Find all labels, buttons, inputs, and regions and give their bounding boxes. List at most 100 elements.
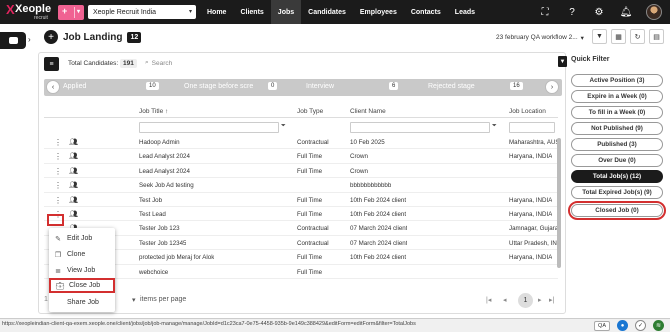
filter-icon[interactable]: ▼ xyxy=(592,29,607,44)
row-menu-icon[interactable]: ⋮ xyxy=(54,152,62,161)
nav-clients[interactable]: Clients xyxy=(233,0,270,24)
workflow-select[interactable]: 23 february QA workflow 2... ▾ xyxy=(496,31,586,44)
table-row[interactable]: ⋮ 👥︎ Lead Analyst 2024 Full Time Crown Haryan… xyxy=(44,150,558,164)
quick-filter-active-position[interactable]: Active Position (3) xyxy=(571,74,663,87)
sidebar-toggle[interactable] xyxy=(0,32,26,49)
nav-leads[interactable]: Leads xyxy=(448,0,482,24)
nav-contacts[interactable]: Contacts xyxy=(404,0,448,24)
first-page-button[interactable]: |◂ xyxy=(486,296,491,304)
refresh-icon[interactable]: ↻ xyxy=(630,29,645,44)
candidates-icon[interactable]: 👥︎ xyxy=(69,196,78,204)
table-cell[interactable]: Lead Analyst 2024 xyxy=(139,153,190,160)
nav-home[interactable]: Home xyxy=(200,0,233,24)
chevron-right-icon[interactable]: › xyxy=(28,35,31,44)
candidates-icon[interactable]: 👥︎ xyxy=(69,210,78,218)
table-cell[interactable]: protected job Meraj for Alok xyxy=(139,254,214,261)
menu-item-edit-job[interactable]: ✎ Edit Job xyxy=(49,231,115,246)
quick-filter-fill-week[interactable]: To fill in a Week (0) xyxy=(571,106,663,119)
table-row[interactable]: ⋮ 👥︎ Hadoop Admin Contractual 10 Feb 2025 Mah… xyxy=(44,136,559,150)
candidates-icon[interactable]: 👥︎ xyxy=(69,138,78,146)
prev-page-button[interactable]: ◂ xyxy=(503,296,507,304)
user-avatar[interactable] xyxy=(646,4,662,20)
nav-employees[interactable]: Employees xyxy=(353,0,404,24)
table-row[interactable]: ⋮ 👥︎ Lead Analyst 2024 Full Time Crown xyxy=(44,165,558,179)
table-cell[interactable]: webchoice xyxy=(139,269,168,276)
help-icon[interactable]: ? xyxy=(565,5,579,19)
job-location-filter-input[interactable] xyxy=(509,122,555,133)
quick-filter-closed-job[interactable]: Closed Job (0) xyxy=(568,201,666,220)
column-header-job-title[interactable]: Job Title ↑ xyxy=(139,108,168,115)
table-row[interactable]: ⋮👥︎protected job Meraj for AlokFull Time… xyxy=(44,251,558,265)
nav-jobs[interactable]: Jobs xyxy=(270,0,302,24)
table-row[interactable]: ⋮👥︎Tester Job 12345Contractual07 March 2… xyxy=(44,237,559,251)
quick-filter-total-expired[interactable]: Total Expired Job(s) (9) xyxy=(571,186,663,199)
notification-bell-icon[interactable]: 🔔︎ xyxy=(619,5,633,19)
highlighted-row-menu[interactable] xyxy=(47,214,64,226)
quick-filter-not-published[interactable]: Not Published (9) xyxy=(571,122,663,135)
quick-filter-published[interactable]: Published (3) xyxy=(571,138,663,151)
table-cell[interactable]: Lead Analyst 2024 xyxy=(139,168,190,175)
quick-filter-collapse-button[interactable]: ▼ xyxy=(558,56,567,67)
row-menu-icon[interactable]: ⋮ xyxy=(54,181,62,190)
menu-item-close-job[interactable]: 💼︎ Close Job xyxy=(49,278,115,293)
menu-item-share-job[interactable]: Share Job xyxy=(49,295,115,310)
stage-label[interactable]: Applied xyxy=(63,83,86,90)
organization-select[interactable]: Xeople Recruit India ▾ xyxy=(88,5,196,19)
funnel-icon[interactable]: ⏷ xyxy=(281,123,286,130)
funnel-icon[interactable]: ⏷ xyxy=(492,123,497,130)
stage-next-button[interactable]: › xyxy=(545,80,559,94)
quick-filter-over-due[interactable]: Over Due (0) xyxy=(571,154,663,167)
table-cell: Haryana, INDIA xyxy=(509,211,553,218)
stage-label[interactable]: Rejected stage xyxy=(428,83,475,90)
wifi-icon[interactable]: ≋ xyxy=(653,320,664,331)
table-row[interactable]: ⋮ 👥︎ Seek Job Ad testing bbbbbbbbbbbb xyxy=(44,179,558,193)
row-menu-icon[interactable]: ⋮ xyxy=(54,196,62,205)
table-row[interactable]: ⋮👥︎Tester Job 123Contractual07 March 202… xyxy=(44,222,559,236)
menu-filter-button[interactable]: ≡ xyxy=(44,57,59,71)
table-cell[interactable]: Tester Job 12345 xyxy=(139,240,186,247)
table-cell[interactable]: Test Job xyxy=(139,197,162,204)
client-name-filter-input[interactable] xyxy=(350,122,490,133)
table-scrollbar[interactable] xyxy=(557,138,561,268)
stage-prev-button[interactable]: ‹ xyxy=(46,80,60,94)
add-job-button[interactable]: + xyxy=(44,30,58,44)
table-cell[interactable]: Seek Job Ad testing xyxy=(139,182,194,189)
job-title-filter-input[interactable] xyxy=(139,122,279,133)
table-row[interactable]: ⋮ 👥︎ Test Job Full Time 10th Feb 2024 client… xyxy=(44,194,558,207)
settings-icon[interactable]: ⚙ xyxy=(592,5,606,19)
quick-add-button[interactable]: + ▾ xyxy=(58,5,84,20)
stage-label[interactable]: Interview xyxy=(306,83,334,90)
candidates-icon[interactable]: 👥︎ xyxy=(69,181,78,189)
candidates-icon[interactable]: 👥︎ xyxy=(69,152,78,160)
quick-filter-total-jobs[interactable]: Total Job(s) (12) xyxy=(571,170,663,183)
column-header-client-name[interactable]: Client Name xyxy=(350,108,386,115)
last-page-button[interactable]: ▸| xyxy=(549,296,554,304)
pencil-icon: ✎ xyxy=(55,235,61,243)
grid-view-icon[interactable]: ▦ xyxy=(611,29,626,44)
candidates-icon[interactable]: 👥︎ xyxy=(69,167,78,175)
column-settings-icon[interactable]: ▤ xyxy=(649,29,664,44)
next-page-button[interactable]: ▸ xyxy=(538,296,542,304)
row-menu-icon[interactable]: ⋮ xyxy=(54,167,62,176)
check-icon[interactable]: ✓ xyxy=(635,320,646,331)
stage-label[interactable]: One stage before scre xyxy=(184,83,253,90)
fullscreen-icon[interactable]: ⛶ xyxy=(538,5,552,19)
row-menu-icon[interactable]: ⋮ xyxy=(54,138,62,147)
column-header-job-type[interactable]: Job Type xyxy=(297,108,323,115)
column-header-job-location[interactable]: Job Location xyxy=(509,108,546,115)
table-row[interactable]: ⋮ 👥︎ Test Lead Full Time 10th Feb 2024 clien… xyxy=(44,208,558,222)
table-cell[interactable]: Hadoop Admin xyxy=(139,139,180,146)
nav-candidates[interactable]: Candidates xyxy=(301,0,353,24)
app-logo[interactable]: X Xeople recruit xyxy=(6,2,52,23)
menu-item-clone[interactable]: ❐ Clone xyxy=(49,247,115,262)
table-cell[interactable]: Test Lead xyxy=(139,211,166,218)
page-size-select[interactable]: ▾ xyxy=(132,296,136,304)
quick-filter-expire-week[interactable]: Expire in a Week (0) xyxy=(571,90,663,103)
current-page-button[interactable]: 1 xyxy=(518,293,533,308)
table-row[interactable]: ⋮👥︎webchoiceFull Time xyxy=(44,266,558,279)
table-cell[interactable]: Tester Job 123 xyxy=(139,225,180,232)
menu-item-view-job[interactable]: ≣ View Job xyxy=(49,263,115,278)
page-title: Job Landing xyxy=(63,31,123,43)
search-input[interactable]: ⌕ Search xyxy=(145,59,172,67)
user-icon[interactable]: ● xyxy=(617,320,628,331)
